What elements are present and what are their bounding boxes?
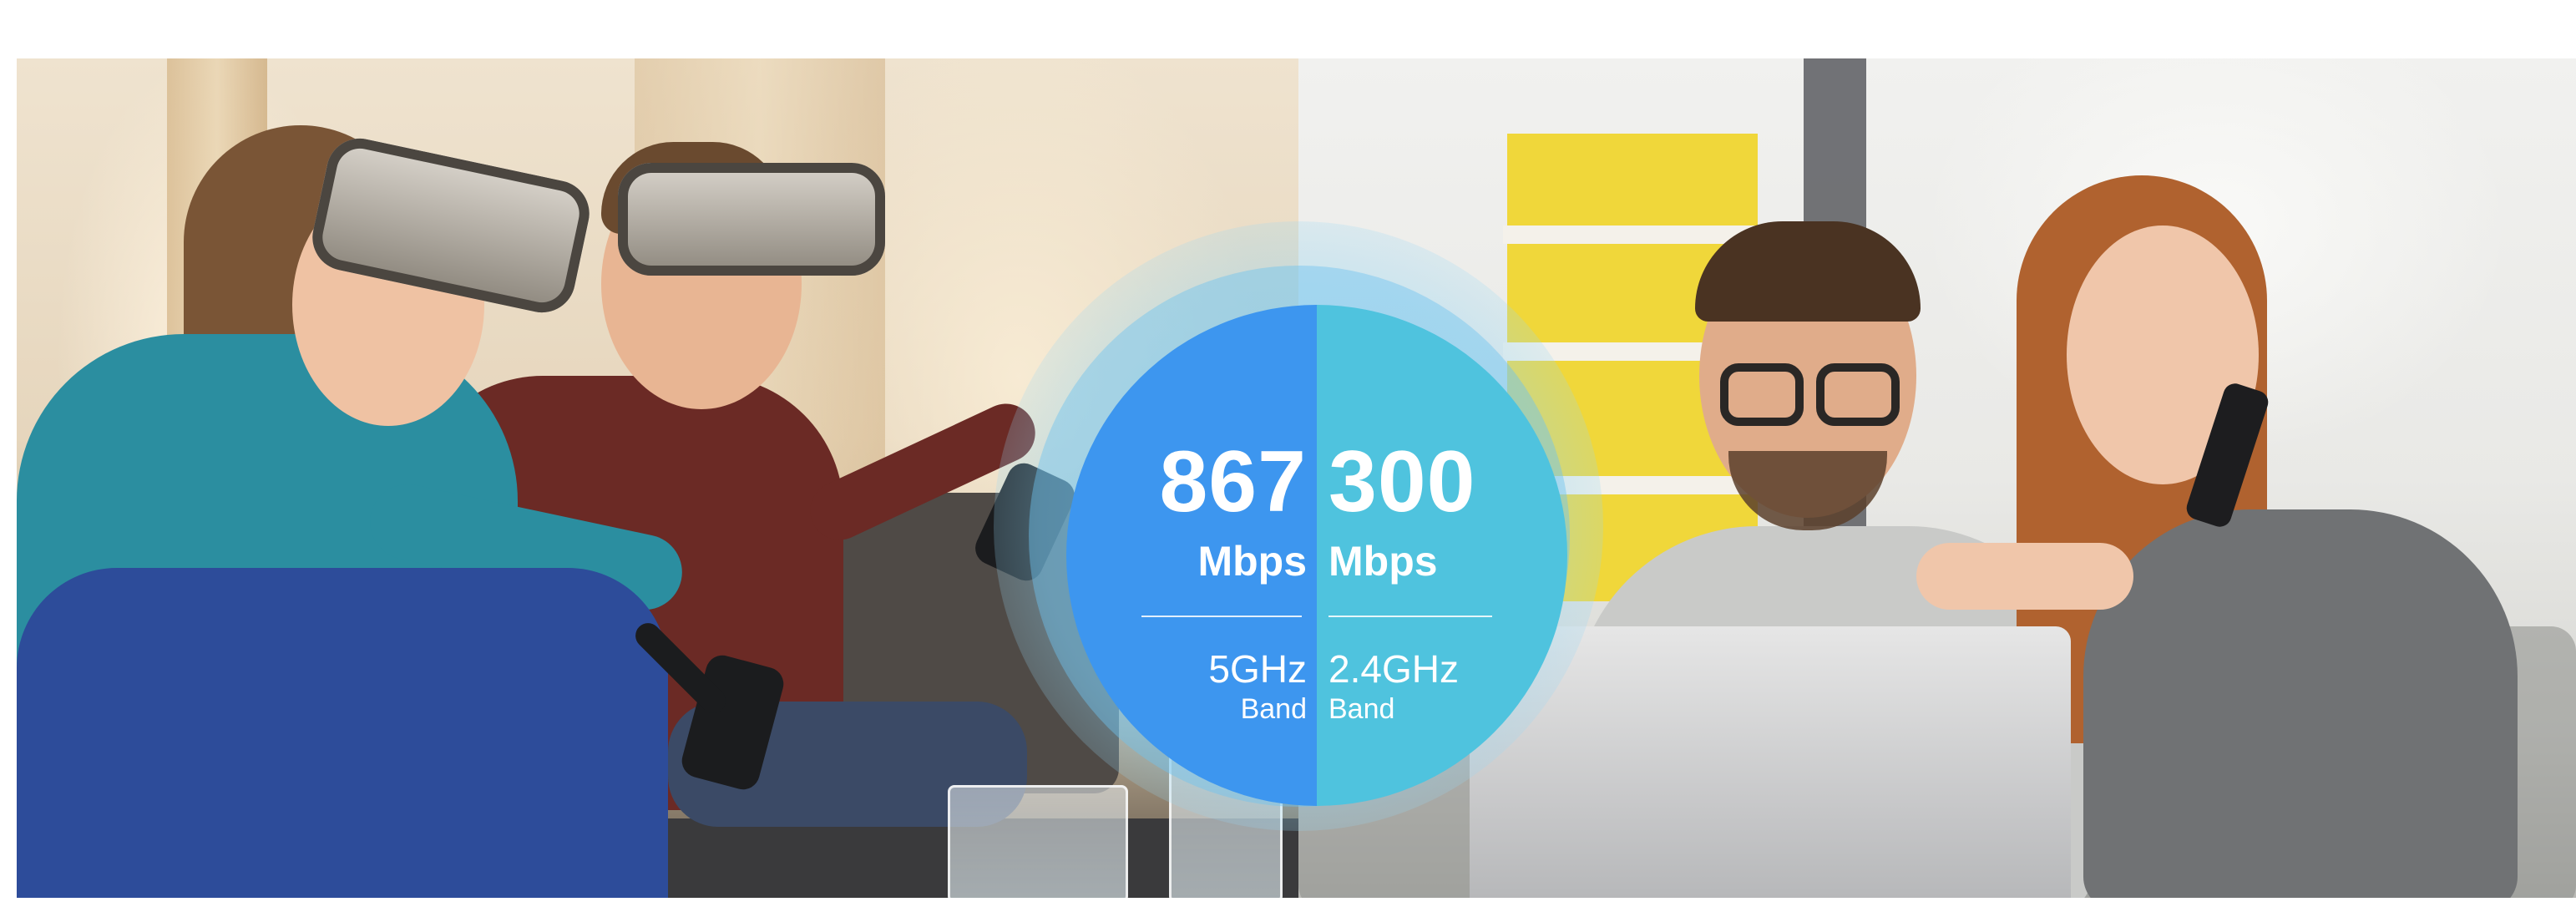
speed-5ghz-value: 867 (1159, 433, 1307, 530)
band-24ghz-label: Band (1328, 693, 1395, 725)
eyeglasses (1816, 363, 1900, 426)
band-5ghz-label: Band (1240, 693, 1307, 725)
band-24ghz-frequency: 2.4GHz (1328, 647, 1459, 691)
band-5ghz-frequency: 5GHz (1208, 647, 1307, 691)
dual-band-speed-badge: 867 Mbps 5GHz Band 300 Mbps 2.4GHz Band (1066, 305, 1567, 806)
divider-24ghz (1328, 616, 1492, 617)
vr-headset (618, 163, 885, 276)
speed-5ghz-unit: Mbps (1197, 538, 1307, 585)
divider-5ghz (1141, 616, 1302, 617)
eyeglasses (1720, 363, 1804, 426)
speed-24ghz-value: 300 (1328, 433, 1476, 530)
hero-banner: 867 Mbps 5GHz Band 300 Mbps 2.4GHz Band (17, 58, 2576, 898)
speed-24ghz-unit: Mbps (1328, 538, 1438, 585)
